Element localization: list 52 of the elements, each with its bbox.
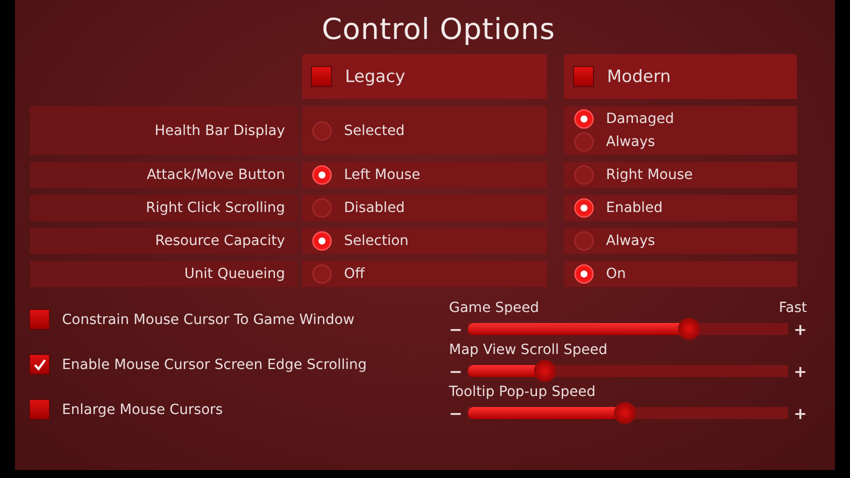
- option-label: Selected: [344, 122, 405, 138]
- option-label: Right Mouse: [606, 167, 693, 183]
- radio-button[interactable]: [574, 198, 594, 218]
- option-label: Disabled: [344, 200, 405, 216]
- radio-button[interactable]: [312, 120, 332, 140]
- option-label: On: [606, 266, 626, 282]
- option-label: Selection: [344, 233, 409, 249]
- option-label: Left Mouse: [344, 167, 420, 183]
- radio-button[interactable]: [574, 132, 594, 152]
- slider-thumb[interactable]: [678, 318, 700, 340]
- radio-button[interactable]: [574, 264, 594, 284]
- checkbox-label: Constrain Mouse Cursor To Game Window: [62, 312, 354, 328]
- option-label: Off: [344, 266, 365, 282]
- slider-label: Map View Scroll Speed: [449, 342, 608, 358]
- decrease-button[interactable]: −: [449, 362, 462, 380]
- slider-label: Game Speed: [449, 300, 540, 316]
- radio-button[interactable]: [312, 264, 332, 284]
- setting-label: Unit Queueing: [184, 266, 285, 282]
- checkmark-icon: [32, 358, 46, 372]
- radio-button[interactable]: [574, 109, 594, 129]
- setting-label: Right Click Scrolling: [146, 200, 285, 216]
- slider-thumb[interactable]: [614, 402, 636, 424]
- checkbox[interactable]: [30, 310, 49, 329]
- setting-label: Attack/Move Button: [146, 167, 285, 183]
- checkbox[interactable]: [312, 67, 331, 86]
- radio-button[interactable]: [312, 231, 332, 251]
- increase-button[interactable]: +: [794, 404, 807, 422]
- option-label: Always: [606, 233, 656, 249]
- checkbox[interactable]: [30, 400, 49, 419]
- option-label: Damaged: [606, 111, 674, 127]
- decrease-button[interactable]: −: [449, 320, 462, 338]
- scheme-label: Modern: [607, 66, 671, 86]
- option-label: Always: [606, 134, 656, 150]
- setting-label: Health Bar Display: [154, 122, 285, 138]
- radio-button[interactable]: [574, 165, 594, 185]
- checkbox-label: Enable Mouse Cursor Screen Edge Scrolling: [62, 356, 367, 372]
- checkbox-label: Enlarge Mouse Cursors: [62, 402, 223, 418]
- setting-label: Resource Capacity: [155, 233, 285, 249]
- slider-thumb[interactable]: [534, 360, 556, 382]
- increase-button[interactable]: +: [794, 362, 807, 380]
- checkbox[interactable]: [30, 355, 49, 374]
- scheme-label: Legacy: [345, 66, 406, 86]
- radio-button[interactable]: [574, 231, 594, 251]
- slider-label: Tooltip Pop-up Speed: [449, 384, 596, 400]
- radio-button[interactable]: [312, 165, 332, 185]
- radio-button[interactable]: [312, 198, 332, 218]
- increase-button[interactable]: +: [794, 320, 807, 338]
- screen-title: Control Options: [322, 12, 556, 46]
- decrease-button[interactable]: −: [449, 404, 462, 422]
- option-label: Enabled: [606, 200, 663, 216]
- checkbox[interactable]: [574, 67, 593, 86]
- slider-value: Fast: [778, 300, 807, 316]
